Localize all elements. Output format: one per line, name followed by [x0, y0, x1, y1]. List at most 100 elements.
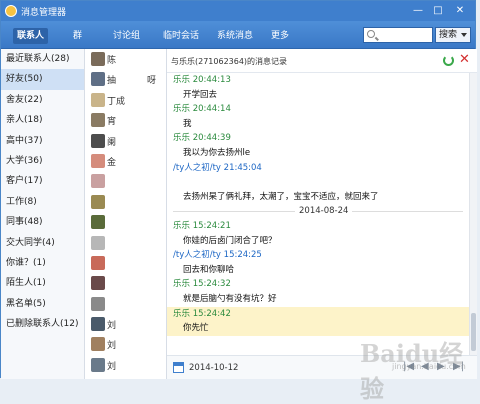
avatar	[91, 153, 105, 168]
maximize-icon[interactable]: □	[431, 4, 445, 17]
message-sender-time: 乐乐 20:44:14	[173, 104, 231, 115]
message-sender-time: 乐乐 15:24:32	[173, 279, 231, 290]
tab-groups[interactable]: 群	[69, 28, 86, 44]
message-text: 去扬州杲了俩礼拜，太潮了，宝宝不适应，就回来了	[183, 191, 379, 202]
message-manager-window: 消息管理器 — □ ✕ 联系人 群 讨论组 临时会话 系统消息 更多 搜索 最近…	[0, 0, 477, 379]
close-icon[interactable]: ✕	[453, 4, 467, 17]
contact-extra: 呀	[147, 76, 157, 87]
message-text	[167, 175, 469, 190]
contact-name: 刘	[107, 361, 117, 372]
search-input[interactable]	[363, 27, 433, 43]
message-text: 我以为你去扬州le	[183, 147, 251, 158]
sidebar-item-roommates[interactable]: 舍友(22)	[1, 90, 84, 110]
message-sender-time: 乐乐 15:24:21	[173, 220, 231, 231]
contact-row[interactable]: 刘	[85, 334, 166, 354]
sidebar-item-work[interactable]: 工作(8)	[1, 192, 84, 212]
message-list: 乐乐 20:44:13 开学回去 乐乐 20:44:14 我乐乐 20:44:39 我以…	[167, 73, 469, 355]
sidebar-item-university[interactable]: 大学(36)	[1, 151, 84, 171]
avatar	[91, 133, 105, 148]
contact-row[interactable]	[85, 212, 166, 232]
avatar	[91, 317, 105, 332]
calendar-icon[interactable]	[173, 362, 184, 373]
contact-row[interactable]	[85, 233, 166, 253]
title-bar: 消息管理器 — □ ✕	[1, 1, 475, 21]
message-text: 回去和你聊哈	[183, 264, 235, 275]
chevron-down-icon[interactable]	[461, 33, 467, 37]
message-text: 你娃的后卤门闭合了吧？	[183, 235, 277, 246]
sidebar-item-recent[interactable]: 最近联系人(28)	[1, 49, 84, 69]
minimize-icon[interactable]: —	[411, 4, 425, 17]
tab-system-messages[interactable]: 系统消息	[213, 28, 257, 44]
message-text: 开学回去	[183, 89, 218, 100]
avatar	[91, 194, 105, 209]
tab-more[interactable]: 更多	[267, 28, 293, 44]
search-icon	[367, 30, 375, 38]
contact-name: 抽	[107, 76, 117, 87]
contact-name: 宵	[107, 117, 117, 128]
refresh-icon[interactable]	[443, 55, 454, 66]
tab-discussion[interactable]: 讨论组	[109, 28, 144, 44]
avatar	[91, 337, 105, 352]
delete-icon[interactable]: ✕	[459, 52, 470, 67]
contact-row[interactable]: 丁成	[85, 90, 166, 110]
sidebar-item-who-are-you[interactable]: 你谁？(1)	[1, 253, 84, 273]
contact-row[interactable]	[85, 253, 166, 273]
message-sender-time: /ty人之初/ty 21:45:04	[173, 162, 262, 173]
avatar	[91, 174, 105, 189]
contact-list: 陈抽呀丁成宵阑金刘刘刘	[85, 49, 167, 379]
avatar	[91, 255, 105, 270]
window-title: 消息管理器	[21, 8, 67, 18]
contact-row[interactable]: 宵	[85, 110, 166, 130]
message-sender-time: /ty人之初/ty 15:24:25	[173, 250, 262, 261]
contact-name: 阑	[107, 137, 117, 148]
avatar	[91, 276, 105, 291]
contact-row[interactable]: 刘	[85, 355, 166, 375]
contact-row[interactable]	[85, 294, 166, 314]
message-text: 我	[183, 118, 192, 129]
tab-temp-chat[interactable]: 临时会话	[159, 28, 203, 44]
contact-name: 金	[107, 157, 117, 168]
avatar	[91, 92, 105, 107]
contact-row[interactable]	[85, 273, 166, 293]
contact-row[interactable]: 阑	[85, 131, 166, 151]
tab-contacts[interactable]: 联系人	[13, 28, 49, 44]
sidebar-item-colleagues[interactable]: 同事(48)	[1, 212, 84, 232]
sidebar-item-friends[interactable]: 好友(50)	[1, 69, 84, 90]
date-label: 2014-08-24	[295, 206, 353, 217]
avatar	[91, 72, 105, 87]
search-button[interactable]: 搜索	[435, 27, 471, 43]
search-button-label: 搜索	[439, 30, 458, 40]
contact-name: 陈	[107, 56, 117, 66]
message-text: 就是后脑勺有没有坑？好	[183, 293, 277, 304]
contact-row[interactable]: 金	[85, 151, 166, 171]
sidebar-item-high-school[interactable]: 高中(37)	[1, 131, 84, 151]
avatar	[91, 52, 105, 66]
sidebar-item-deleted[interactable]: 已删除联系人(12)	[1, 314, 84, 334]
contact-row[interactable]: 抽呀	[85, 69, 166, 89]
contact-name: 丁成	[107, 96, 126, 107]
toolbar: 联系人 群 讨论组 临时会话 系统消息 更多 搜索	[1, 21, 475, 49]
sidebar-item-family[interactable]: 亲人(18)	[1, 110, 84, 130]
contact-row[interactable]	[85, 171, 166, 191]
scrollbar[interactable]	[469, 73, 477, 355]
message-sender-time: 乐乐 20:44:39	[173, 133, 231, 144]
baidu-watermark-url: jingyan.baidu.com	[392, 362, 466, 371]
message-history-title: 与乐乐(271062364)的消息记录	[171, 57, 288, 66]
contact-row[interactable]: 刘	[85, 314, 166, 334]
date-separator: 2014-08-24	[167, 204, 469, 219]
sidebar-item-jiaoda-classmates[interactable]: 交大同学(4)	[1, 233, 84, 253]
contact-row[interactable]: 陈	[85, 49, 166, 69]
avatar	[91, 235, 105, 250]
sidebar-item-blacklist[interactable]: 黑名单(5)	[1, 294, 84, 314]
message-sender-time: 乐乐 15:24:42	[167, 306, 469, 322]
avatar	[91, 215, 105, 230]
message-pane: 与乐乐(271062364)的消息记录 ✕ 乐乐 20:44:13 开学回去 乐乐 …	[167, 49, 477, 379]
avatar	[91, 113, 105, 128]
sidebar-item-clients[interactable]: 客户(17)	[1, 171, 84, 191]
contact-row[interactable]	[85, 192, 166, 212]
sidebar-item-strangers[interactable]: 陌生人(1)	[1, 273, 84, 293]
contact-groups-sidebar: 最近联系人(28) 好友(50) 舍友(22) 亲人(18) 高中(37) 大学…	[1, 49, 85, 379]
contact-name: 刘	[107, 341, 117, 352]
footer-date: 2014-10-12	[189, 363, 239, 373]
avatar	[91, 357, 105, 372]
